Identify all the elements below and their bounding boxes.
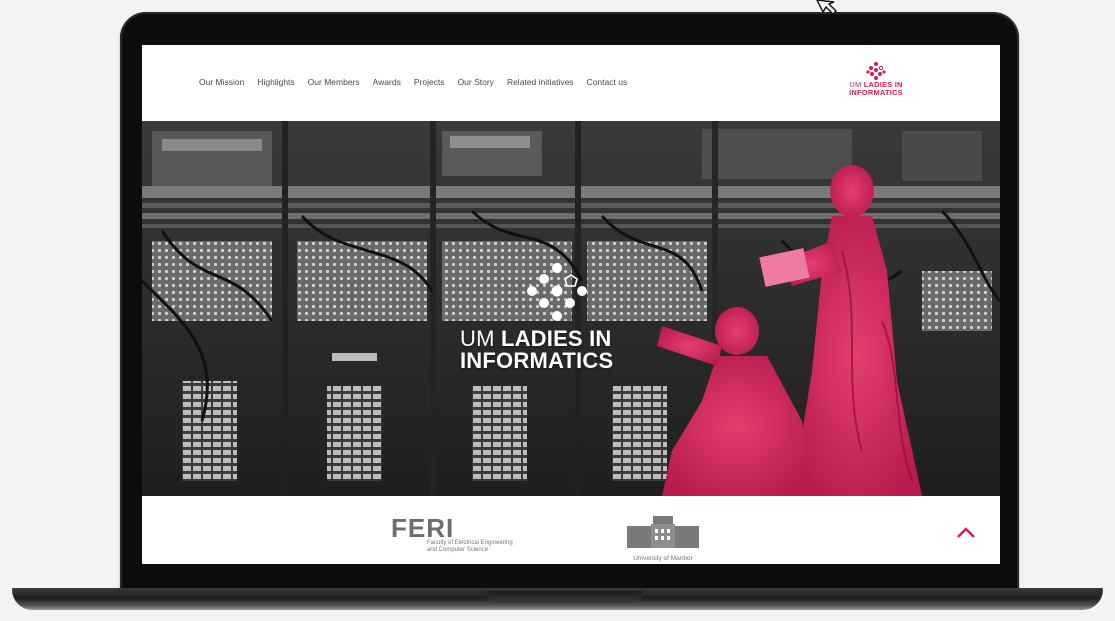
mouse-pointer-icon: [816, 0, 837, 15]
nav-link-our-members[interactable]: Our Members: [308, 77, 360, 87]
hero-logo-mark-icon: [527, 263, 587, 321]
feri-logo[interactable]: FERI Faculty of Electrical Engineering a…: [391, 513, 513, 554]
nav-link-contact-us[interactable]: Contact us: [587, 77, 628, 87]
feri-subtitle-1: Faculty of Electrical Engineering: [427, 540, 513, 546]
site-logo[interactable]: UM LADIES IN INFORMATICS: [840, 61, 912, 97]
university-caption: University of Maribor: [633, 555, 693, 562]
nav-link-our-story[interactable]: Our Story: [458, 77, 494, 87]
hero-title-line2: INFORMATICS: [460, 348, 614, 373]
university-logo[interactable]: University of Maribor: [626, 514, 700, 562]
footer-partners: FERI Faculty of Electrical Engineering a…: [142, 496, 1000, 564]
nav-link-related-initiatives[interactable]: Related initiatives: [507, 77, 574, 87]
nav-link-awards[interactable]: Awards: [373, 77, 401, 87]
chevron-up-icon: [957, 527, 975, 538]
nav-links: Our Mission Highlights Our Members Award…: [199, 77, 627, 87]
logo-line2: INFORMATICS: [849, 88, 903, 97]
hero-logo: UM LADIES IN INFORMATICS: [460, 261, 660, 372]
website-screen: Our Mission Highlights Our Members Award…: [142, 45, 1000, 564]
top-navigation: Our Mission Highlights Our Members Award…: [142, 45, 1000, 121]
logo-text: UM LADIES IN INFORMATICS: [840, 81, 912, 97]
laptop-notch: [487, 591, 642, 603]
feri-wordmark: FERI: [391, 513, 455, 543]
university-building-icon: [627, 514, 699, 548]
nav-link-highlights[interactable]: Highlights: [257, 77, 294, 87]
scroll-to-top-button[interactable]: [955, 524, 977, 540]
nav-link-our-mission[interactable]: Our Mission: [199, 77, 244, 87]
logo-mark-icon: [866, 62, 886, 80]
nav-link-projects[interactable]: Projects: [414, 77, 445, 87]
hero-banner: UM LADIES IN INFORMATICS: [142, 121, 1000, 496]
feri-subtitle-2: and Computer Science: [427, 547, 489, 553]
hero-title: UM LADIES IN INFORMATICS: [460, 328, 660, 372]
